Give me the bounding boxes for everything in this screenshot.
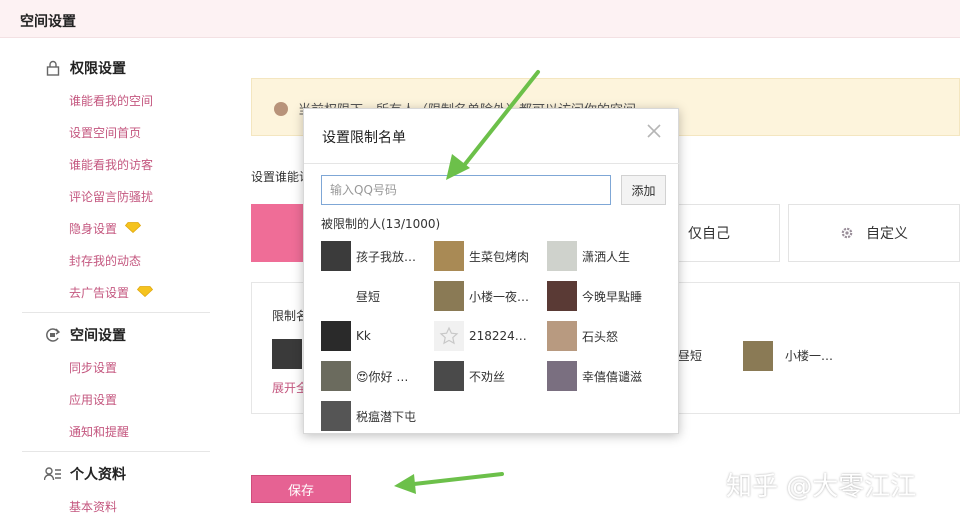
- list-item[interactable]: 昼短: [321, 280, 431, 312]
- avatar: [547, 281, 577, 311]
- sidebar-item-label: 封存我的动态: [69, 254, 142, 268]
- arrow-to-save: [394, 472, 504, 494]
- sidebar-item-invisible[interactable]: 隐身设置: [69, 220, 142, 237]
- user-list-icon: [44, 466, 62, 482]
- option-custom[interactable]: 自定义: [788, 204, 960, 262]
- sidebar-item-label: 谁能看我的空间: [69, 94, 154, 108]
- add-button[interactable]: 添加: [621, 175, 666, 205]
- option-label: 仅自己: [688, 226, 730, 242]
- info-icon: [274, 102, 288, 116]
- list-item[interactable]: 😍你好 …: [321, 360, 431, 392]
- sidebar-item-apps[interactable]: 应用设置: [69, 391, 117, 408]
- person-name: 税瘟潜下屯: [356, 409, 417, 424]
- sidebar-group-space[interactable]: 空间设置: [44, 325, 126, 345]
- page: 空间设置 权限设置 谁能看我的空间 设置空间首页 谁能看我的访客 评论留言防骚扰…: [0, 0, 960, 520]
- sidebar-item-who-can-view[interactable]: 谁能看我的空间: [69, 92, 153, 109]
- avatar: [434, 281, 464, 311]
- sidebar-item-remove-ads[interactable]: 去广告设置: [69, 284, 154, 301]
- sync-icon: [44, 327, 62, 343]
- list-item[interactable]: Kk: [321, 320, 431, 352]
- avatar: [547, 241, 577, 271]
- person-name: 石头怒: [582, 329, 619, 344]
- person-name: 幸僖僖谴滋: [582, 369, 643, 384]
- close-icon[interactable]: [644, 121, 664, 141]
- sidebar-item-label: 设置空间首页: [69, 126, 142, 140]
- sidebar-item-archive[interactable]: 封存我的动态: [69, 252, 141, 269]
- sidebar-item-basic-info[interactable]: 基本资料: [69, 498, 117, 515]
- list-item[interactable]: 小楼一夜…: [434, 280, 544, 312]
- person-name: 生菜包烤肉: [469, 249, 530, 264]
- avatar: [547, 361, 577, 391]
- avatar: [321, 401, 351, 431]
- sidebar-item-anti-spam[interactable]: 评论留言防骚扰: [69, 188, 153, 205]
- list-item[interactable]: 今晚早點睡: [547, 280, 657, 312]
- person-name: 昼短: [356, 289, 381, 304]
- avatar: [272, 339, 302, 369]
- person-name: 潇洒人生: [582, 249, 631, 264]
- person-name: 😍你好 …: [356, 369, 409, 384]
- avatar: [321, 361, 351, 391]
- list-item[interactable]: 孩子我放…: [321, 240, 431, 272]
- avatar: [743, 341, 773, 371]
- avatar: [434, 241, 464, 271]
- sidebar-item-label: 谁能看我的访客: [69, 158, 154, 172]
- sidebar-item-label: 基本资料: [69, 500, 118, 514]
- list-item[interactable]: 不劝丝: [434, 360, 544, 392]
- default-avatar-star-icon: [434, 321, 464, 351]
- sidebar-item-label: 应用设置: [69, 393, 118, 407]
- sidebar-item-homepage[interactable]: 设置空间首页: [69, 124, 141, 141]
- lock-icon: [44, 60, 62, 76]
- option-everyone-selected[interactable]: [251, 204, 307, 262]
- person-name: 孩子我放…: [356, 249, 417, 264]
- sidebar-group-label: 空间设置: [70, 328, 126, 344]
- sidebar-item-label: 同步设置: [69, 361, 118, 375]
- restricted-person-name: 小楼一…: [785, 349, 834, 363]
- person-name: 不劝丝: [469, 369, 506, 384]
- avatar: [321, 241, 351, 271]
- list-item[interactable]: 幸僖僖谴滋: [547, 360, 657, 392]
- avatar: [547, 321, 577, 351]
- sidebar-item-label: 去广告设置: [69, 286, 130, 300]
- avatar: [434, 361, 464, 391]
- sidebar: 权限设置 谁能看我的空间 设置空间首页 谁能看我的访客 评论留言防骚扰 隐身设置…: [0, 38, 230, 520]
- sidebar-item-visitors[interactable]: 谁能看我的访客: [69, 156, 153, 173]
- person-name: 小楼一夜…: [469, 289, 530, 304]
- list-item[interactable]: 218224…: [434, 320, 544, 352]
- qq-number-input[interactable]: [321, 175, 611, 205]
- gear-icon: [840, 226, 854, 240]
- sidebar-group-permission[interactable]: 权限设置: [44, 58, 126, 78]
- person-name: Kk: [356, 329, 371, 343]
- sidebar-divider: [22, 451, 210, 452]
- avatar: [321, 321, 351, 351]
- sidebar-group-label: 权限设置: [70, 61, 126, 77]
- avatar: [321, 281, 351, 311]
- person-name: 今晚早點睡: [582, 289, 643, 304]
- person-name: 218224…: [469, 329, 527, 343]
- diamond-icon: [136, 285, 154, 300]
- dialog-title: 设置限制名单: [322, 130, 406, 146]
- watermark: 知乎 @大零江江: [726, 472, 917, 502]
- restricted-person-name: 昼短: [678, 349, 703, 363]
- sidebar-group-label: 个人资料: [70, 467, 126, 483]
- sidebar-item-label: 评论留言防骚扰: [69, 190, 154, 204]
- sidebar-group-profile[interactable]: 个人资料: [44, 464, 126, 484]
- option-label: 自定义: [866, 226, 908, 242]
- list-item[interactable]: 生菜包烤肉: [434, 240, 544, 272]
- sidebar-item-label: 通知和提醒: [69, 425, 130, 439]
- sidebar-item-label: 隐身设置: [69, 222, 118, 236]
- sidebar-item-notifications[interactable]: 通知和提醒: [69, 423, 129, 440]
- list-item[interactable]: 税瘟潜下屯: [321, 400, 431, 432]
- restriction-list-dialog: 设置限制名单 添加 被限制的人(13/1000) 孩子我放… 生菜包烤肉 潇洒人…: [303, 108, 680, 434]
- top-bar: 空间设置: [0, 0, 960, 38]
- list-item[interactable]: 潇洒人生: [547, 240, 657, 272]
- restricted-count: 被限制的人(13/1000): [321, 217, 441, 231]
- dialog-divider: [304, 163, 680, 164]
- list-item[interactable]: 石头怒: [547, 320, 657, 352]
- page-title: 空间设置: [20, 14, 76, 30]
- sidebar-divider: [22, 312, 210, 313]
- sidebar-item-sync[interactable]: 同步设置: [69, 359, 117, 376]
- save-button[interactable]: 保存: [251, 475, 351, 503]
- diamond-icon: [124, 221, 142, 236]
